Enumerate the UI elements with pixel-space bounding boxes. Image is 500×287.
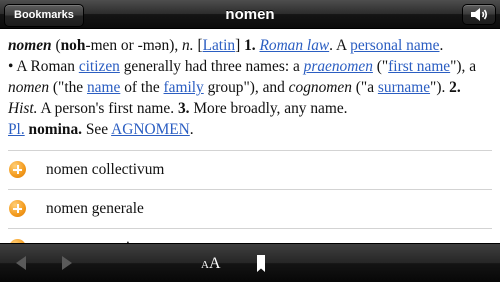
bookmarks-button-label: Bookmarks xyxy=(14,9,74,21)
left-arrow-icon xyxy=(16,256,26,270)
cognomen-term: cognomen xyxy=(288,79,352,96)
plus-circle-icon xyxy=(9,161,26,178)
definition-text-run: . xyxy=(439,37,444,54)
list-item[interactable]: nomen collectivum xyxy=(0,151,500,189)
link-roman-law[interactable]: Roman law xyxy=(259,37,329,54)
definition-text-run: A person's first name. xyxy=(40,100,175,117)
definition-text-run: "). xyxy=(430,79,446,96)
link-latin[interactable]: Latin xyxy=(203,37,235,54)
speaker-icon xyxy=(471,8,488,21)
pronunciation-stress: noh xyxy=(60,37,86,54)
part-of-speech: n. xyxy=(182,37,194,54)
definition-text-run: "), a xyxy=(450,58,477,75)
list-item-label: nomen collectivum xyxy=(46,161,165,178)
page-title: nomen xyxy=(225,6,275,23)
definition-text-run: ("a xyxy=(355,79,375,96)
font-size-button[interactable]: AA xyxy=(196,244,230,282)
list-item-label: nomen generale xyxy=(46,200,144,217)
definition-text-run: ("the xyxy=(52,79,84,96)
link-plural[interactable]: Pl. xyxy=(8,121,25,138)
sense-number: 3. xyxy=(177,100,190,117)
definition-text-run: of the xyxy=(124,79,160,96)
font-size-label: AA xyxy=(201,255,221,272)
definition-text-run: group"), and xyxy=(207,79,285,96)
sense-number: 2. xyxy=(449,79,461,96)
link-personal-name[interactable]: personal name xyxy=(350,37,439,54)
etymology-bracket: ] xyxy=(235,37,241,54)
right-arrow-icon xyxy=(62,256,72,270)
back-button[interactable] xyxy=(8,244,36,282)
link-agnomen[interactable]: AGNOMEN xyxy=(111,121,190,138)
bookmark-button[interactable] xyxy=(250,244,272,282)
navigation-bar: Bookmarks nomen xyxy=(0,0,500,29)
pronounce-button[interactable] xyxy=(462,4,496,25)
bookmarks-button[interactable]: Bookmarks xyxy=(4,4,84,27)
plus-circle-icon xyxy=(9,200,26,217)
sense-number: 1. xyxy=(244,37,256,54)
definition-text-run: (" xyxy=(376,58,389,75)
bookmark-icon xyxy=(257,255,265,272)
definition-text-run: . xyxy=(189,121,194,138)
link-first-name[interactable]: first name xyxy=(388,58,450,75)
plural-form: nomina. xyxy=(28,121,83,138)
definition-text-run: More broadly, any name. xyxy=(193,100,348,117)
link-citizen[interactable]: citizen xyxy=(79,58,120,75)
link-praenomen[interactable]: praenomen xyxy=(304,58,373,75)
bottom-toolbar: AA xyxy=(0,243,500,282)
list-item[interactable]: nomen generale xyxy=(0,190,500,228)
definition-text-run: . A xyxy=(329,37,347,54)
link-surname[interactable]: surname xyxy=(378,79,430,96)
headword: nomen xyxy=(8,37,52,54)
link-family[interactable]: family xyxy=(164,79,204,96)
definition-text-run: • A Roman xyxy=(8,58,75,75)
definition-text-run: generally had three names: a xyxy=(123,58,300,75)
forward-button[interactable] xyxy=(52,244,80,282)
definition-text: nomen (noh-men or -mən), n. [Latin] 1. R… xyxy=(8,37,477,138)
nomen-term: nomen xyxy=(8,79,50,96)
link-name[interactable]: name xyxy=(87,79,120,96)
usage-label: Hist. xyxy=(8,100,38,117)
pronunciation: -men or -mən) xyxy=(85,37,175,54)
definition-text-run: See xyxy=(85,121,109,138)
